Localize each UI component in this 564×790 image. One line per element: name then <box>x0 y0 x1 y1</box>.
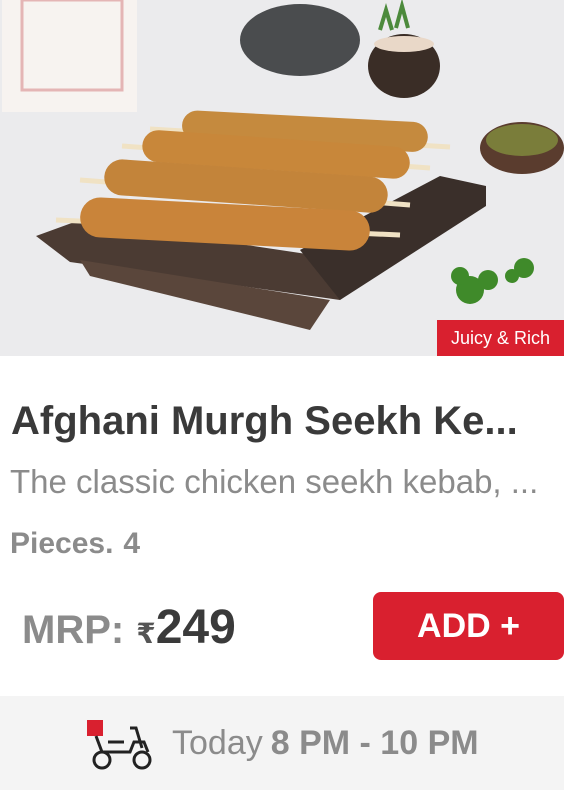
delivery-slot-text: Today 8 PM - 10 PM <box>172 720 479 766</box>
product-card[interactable]: Juicy & Rich Afghani Murgh Seekh Ke... T… <box>0 0 564 790</box>
currency-symbol: ₹ <box>136 618 156 649</box>
mrp-label: MRP: <box>22 608 125 652</box>
delivery-slot-bar: Today 8 PM - 10 PM <box>0 696 564 790</box>
pieces-label: Pieces. <box>10 527 114 560</box>
product-title[interactable]: Afghani Murgh Seekh Ke... <box>11 396 556 446</box>
product-tag-badge: Juicy & Rich <box>436 320 564 356</box>
delivery-day: Today <box>172 724 263 762</box>
product-image[interactable]: Juicy & Rich <box>0 0 564 356</box>
pieces-value: 4 <box>123 527 141 560</box>
delivery-scooter-icon <box>87 720 152 770</box>
price-value: 249 <box>155 601 236 654</box>
product-description: The classic chicken seekh kebab, ... <box>10 463 539 500</box>
price-row: MRP: ₹249 <box>22 600 236 656</box>
kebab-photo <box>0 0 564 356</box>
delivery-time: 8 PM - 10 PM <box>270 724 479 762</box>
pieces-info: Pieces. 4 <box>10 524 140 564</box>
add-to-cart-button[interactable]: ADD + <box>373 592 564 660</box>
